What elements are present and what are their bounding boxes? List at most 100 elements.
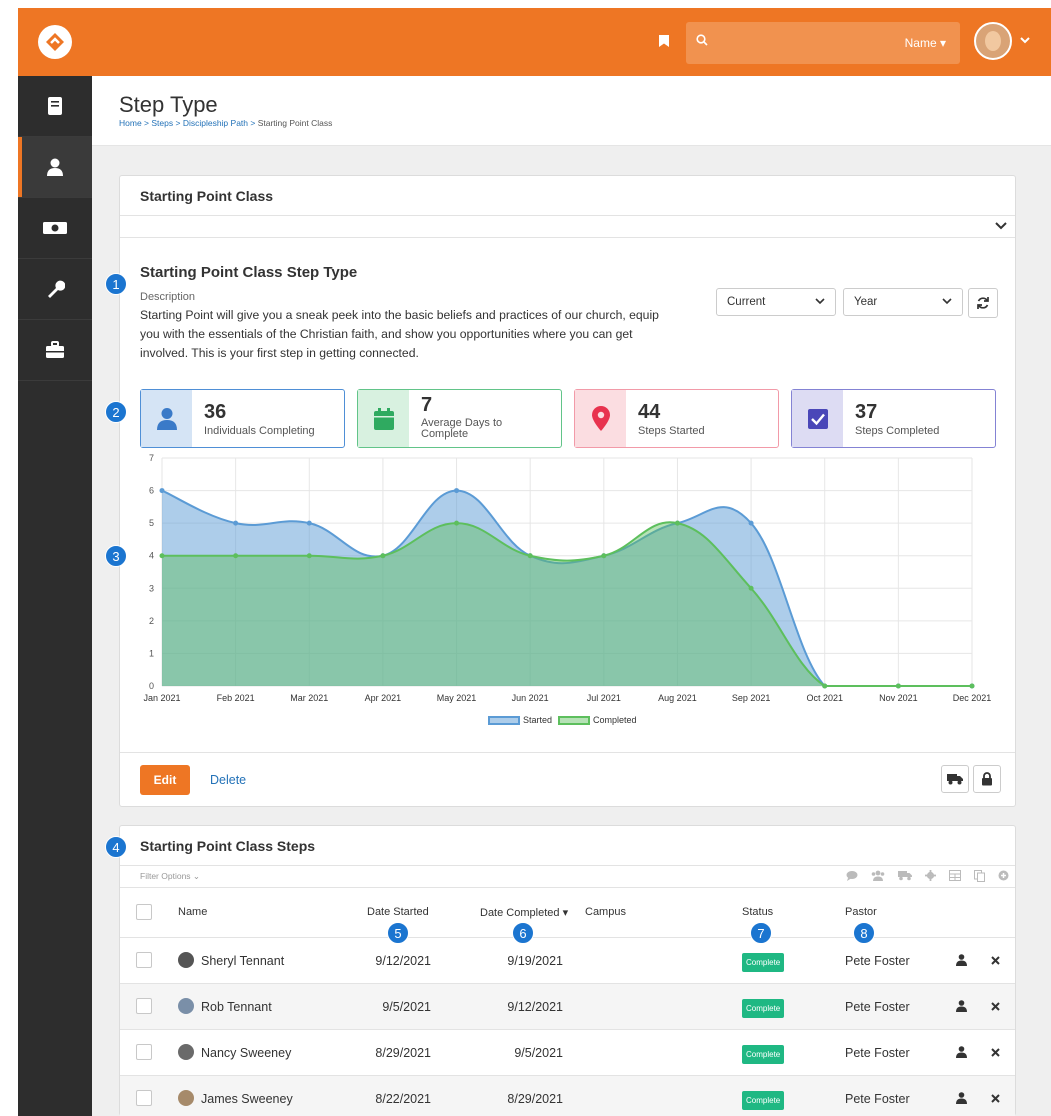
add-circle-icon[interactable] (998, 870, 1009, 881)
period-select[interactable]: Current (716, 288, 836, 316)
breadcrumb-home[interactable]: Home (119, 118, 142, 128)
grid-column-headers: Name Date Started Date Completed ▾ Campu… (120, 890, 1015, 938)
table-row[interactable]: Sheryl Tennant 9/12/2021 9/19/2021 Complete… (120, 938, 1015, 984)
security-button[interactable] (973, 765, 1001, 793)
cell-name: James Sweeney (201, 1092, 293, 1106)
group-icon[interactable] (871, 870, 885, 881)
breadcrumb-steps[interactable]: Steps (151, 118, 173, 128)
col-date-started[interactable]: Date Started (367, 906, 429, 918)
callout-6: 6 (512, 922, 534, 944)
grid-actions-bar: Filter Options ⌄ (120, 866, 1015, 888)
sidebar-item-notes[interactable] (18, 76, 92, 137)
left-gutter (0, 0, 18, 1116)
row-checkbox[interactable] (136, 998, 152, 1014)
cell-date-completed: 9/5/2021 (514, 1046, 563, 1060)
unit-select[interactable]: Year (843, 288, 963, 316)
step-type-panel: Starting Point Class Starting Point Clas… (119, 175, 1016, 807)
col-status[interactable]: Status (742, 906, 773, 918)
person-avatar (178, 1044, 194, 1060)
delete-icon[interactable] (991, 1002, 1000, 1011)
data-point (380, 553, 386, 559)
delete-icon[interactable] (991, 1094, 1000, 1103)
grid-header: Starting Point Class Steps (120, 826, 1015, 866)
kpi-value: 36 (204, 401, 227, 423)
sidebar-item-finance[interactable] (18, 198, 92, 259)
cell-name: Sheryl Tennant (201, 954, 285, 968)
chevron-down-icon (942, 298, 952, 305)
grid-action-icons (846, 870, 1009, 882)
col-name[interactable]: Name (178, 906, 207, 918)
lock-icon (982, 772, 992, 786)
chevron-down-icon[interactable] (995, 220, 1007, 230)
table-row[interactable]: James Sweeney 8/22/2021 8/29/2021 Complete P… (120, 1076, 1015, 1116)
cell-date-started: 8/22/2021 (375, 1092, 431, 1106)
person-profile-icon[interactable] (956, 1000, 967, 1012)
row-checkbox[interactable] (136, 1044, 152, 1060)
data-point (895, 683, 901, 689)
truck-icon (947, 774, 963, 785)
col-campus[interactable]: Campus (585, 906, 626, 918)
sidebar-item-people[interactable] (18, 137, 92, 198)
person-avatar (178, 998, 194, 1014)
cell-date-started: 9/12/2021 (375, 954, 431, 968)
row-checkbox[interactable] (136, 1090, 152, 1106)
x-tick-label: Jun 2021 (512, 693, 549, 703)
data-point (674, 520, 680, 526)
person-icon (141, 390, 192, 447)
comment-icon[interactable] (846, 870, 858, 881)
workflow-button[interactable] (941, 765, 969, 793)
legend-started[interactable]: Started (488, 715, 552, 726)
truck-icon[interactable] (898, 870, 912, 881)
kpi-label: Steps Completed (855, 425, 940, 437)
chevron-down-icon[interactable] (1020, 36, 1030, 44)
table-icon[interactable] (949, 870, 961, 881)
delete-icon[interactable] (991, 1048, 1000, 1057)
select-all-checkbox[interactable] (136, 904, 152, 920)
data-point (159, 553, 165, 559)
person-avatar (178, 952, 194, 968)
bookmark-icon[interactable] (658, 34, 670, 51)
panel-header: Starting Point Class (120, 176, 1015, 216)
gear-icon[interactable] (925, 870, 936, 881)
sidebar-item-tools[interactable] (18, 259, 92, 320)
briefcase-icon (46, 341, 64, 358)
data-point (233, 553, 239, 559)
table-row[interactable]: Rob Tennant 9/5/2021 9/12/2021 Complete Pete… (120, 984, 1015, 1030)
search-input[interactable]: Name ▾ (686, 22, 960, 64)
person-profile-icon[interactable] (956, 1046, 967, 1058)
calendar-icon (358, 390, 409, 447)
delete-button[interactable]: Delete (210, 773, 246, 787)
col-pastor[interactable]: Pastor (845, 906, 877, 918)
refresh-icon (977, 297, 989, 309)
row-checkbox[interactable] (136, 952, 152, 968)
legend-completed[interactable]: Completed (558, 715, 637, 726)
steps-area-chart: 0 1 2 3 4 5 6 7 Jan 2021 Feb 2021 Mar 2021 Apr 2021… (143, 453, 991, 703)
kpi-value: 44 (638, 401, 661, 423)
collapse-bar[interactable] (120, 216, 1015, 238)
kpi-label: Individuals Completing (204, 425, 315, 437)
map-pin-icon (575, 390, 626, 447)
person-profile-icon[interactable] (956, 954, 967, 966)
cell-name: Nancy Sweeney (201, 1046, 292, 1060)
x-tick-label: Feb 2021 (217, 693, 255, 703)
y-tick-label: 6 (149, 486, 154, 496)
person-profile-icon[interactable] (956, 1092, 967, 1104)
delete-icon[interactable] (991, 956, 1000, 965)
filter-options-toggle[interactable]: Filter Options ⌄ (140, 871, 200, 882)
status-badge: Complete (742, 953, 785, 972)
copy-icon[interactable] (974, 870, 985, 882)
y-tick-label: 3 (149, 583, 154, 593)
refresh-button[interactable] (968, 288, 998, 318)
kpi-value: 37 (855, 401, 878, 423)
user-avatar[interactable] (974, 22, 1012, 60)
col-date-completed[interactable]: Date Completed ▾ (480, 906, 568, 919)
sidebar-item-admin[interactable] (18, 320, 92, 381)
edit-button[interactable]: Edit (140, 765, 190, 795)
search-type-dropdown[interactable]: Name ▾ (905, 36, 946, 50)
chevron-down-icon (815, 298, 825, 305)
wrench-icon (48, 280, 65, 298)
y-tick-label: 2 (149, 616, 154, 626)
table-row[interactable]: Nancy Sweeney 8/29/2021 9/5/2021 Complete Pe… (120, 1030, 1015, 1076)
breadcrumb-discipleship-path[interactable]: Discipleship Path (183, 118, 248, 128)
rock-logo[interactable] (18, 8, 92, 76)
